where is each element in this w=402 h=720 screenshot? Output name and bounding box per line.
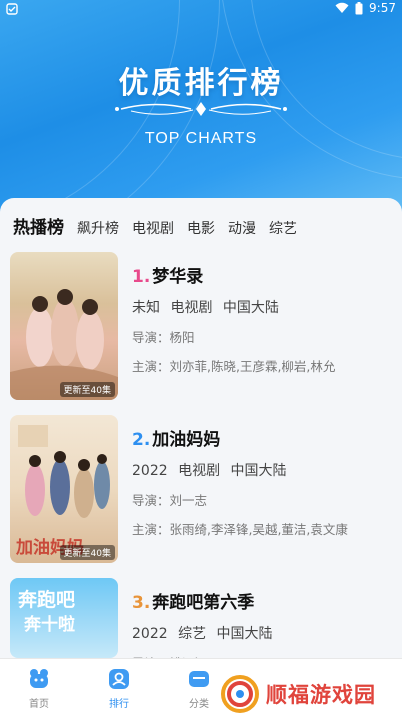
poster-art-icon: 奔跑吧 奔十啦: [17, 588, 75, 635]
poster-image[interactable]: 奔跑吧 奔十啦: [10, 578, 118, 658]
item-cast: 主演：张雨绮,李泽锋,吴越,董洁,袁文康: [132, 522, 348, 537]
episode-badge: 更新至40集: [59, 545, 115, 560]
poster-art-icon: [10, 289, 118, 400]
item-title[interactable]: 加油妈妈: [152, 430, 220, 450]
wifi-icon: [335, 2, 349, 13]
tab-movie[interactable]: 电影: [187, 218, 215, 242]
hero-banner: 9:57 优质排行榜 TOP CHARTS: [0, 0, 402, 215]
tab-tv-series[interactable]: 电视剧: [132, 218, 174, 242]
ranking-item[interactable]: 加油妈妈 更新至40集 2. 加油妈妈 2022 电视剧 中国大陆 导演：刘一志 …: [10, 415, 392, 565]
rank-number: 1.: [132, 267, 151, 287]
poster-art-icon: 加油妈妈: [15, 425, 110, 558]
watermark-logo-icon: [221, 675, 259, 713]
category-icon: [189, 671, 209, 687]
item-director: 导演：杨阳: [132, 330, 195, 345]
ranking-icon: [109, 669, 129, 689]
watermark: 顺福游戏园: [212, 668, 402, 720]
item-cast: 主演：刘亦菲,陈晓,王彦霖,柳岩,林允: [132, 359, 336, 374]
watermark-text: 顺福游戏园: [266, 683, 376, 707]
item-region: 中国大陆: [222, 300, 279, 316]
status-bar: 9:57: [0, 0, 402, 18]
item-category: 电视剧: [170, 300, 213, 316]
item-category: 综艺: [178, 626, 207, 642]
poster-image[interactable]: 加油妈妈 更新至40集: [10, 415, 118, 563]
nav-home[interactable]: 首页: [14, 667, 64, 710]
item-title[interactable]: 奔跑吧第六季: [152, 593, 254, 613]
item-info: 2. 加油妈妈 2022 电视剧 中国大陆 导演：刘一志 主演：张雨绮,李泽锋,吴…: [132, 425, 390, 538]
hero-title: 优质排行榜: [118, 66, 284, 101]
item-year: 2022: [132, 626, 168, 642]
item-year: 2022: [132, 463, 168, 479]
rank-number: 2.: [132, 430, 151, 450]
poster-image[interactable]: 更新至40集: [10, 252, 118, 400]
item-region: 中国大陆: [230, 463, 287, 479]
app-notification-icon: [6, 3, 18, 15]
tab-rising[interactable]: 飙升榜: [77, 218, 119, 242]
item-meta: 2022 电视剧 中国大陆: [132, 460, 390, 480]
item-info: 1. 梦华录 未知 电视剧 中国大陆 导演：杨阳 主演：刘亦菲,陈晓,王彦霖,柳岩…: [132, 262, 390, 375]
item-title[interactable]: 梦华录: [152, 267, 203, 287]
ranking-panel: 热播榜 飙升榜 电视剧 电影 动漫 综艺 更新至40集 1. 梦华录 未知 电视…: [0, 198, 402, 671]
nav-ranking[interactable]: 排行: [94, 667, 144, 710]
tab-hot[interactable]: 热播榜: [13, 213, 64, 244]
nav-home-label: 首页: [29, 699, 49, 710]
item-director: 导演：刘一志: [132, 493, 208, 508]
status-time: 9:57: [369, 1, 396, 15]
home-icon: [30, 669, 48, 688]
rank-number: 3.: [132, 593, 151, 613]
item-category: 电视剧: [178, 463, 221, 479]
nav-ranking-label: 排行: [109, 699, 129, 710]
ranking-tabs: 热播榜 飙升榜 电视剧 电影 动漫 综艺: [13, 213, 310, 244]
tab-variety[interactable]: 综艺: [269, 218, 297, 242]
svg-text:奔十啦: 奔十啦: [23, 614, 75, 635]
ornament-divider-icon: [115, 102, 287, 116]
item-region: 中国大陆: [216, 626, 273, 642]
ranking-item[interactable]: 更新至40集 1. 梦华录 未知 电视剧 中国大陆 导演：杨阳 主演：刘亦菲,陈晓…: [10, 252, 392, 402]
item-meta: 未知 电视剧 中国大陆: [132, 297, 390, 317]
hero-subtitle: TOP CHARTS: [144, 130, 258, 147]
tab-anime[interactable]: 动漫: [228, 218, 256, 242]
episode-badge: 更新至40集: [59, 382, 115, 397]
svg-text:奔跑吧: 奔跑吧: [17, 588, 75, 611]
item-meta: 2022 综艺 中国大陆: [132, 623, 390, 643]
item-year: 未知: [132, 300, 160, 316]
battery-icon: [355, 1, 363, 14]
